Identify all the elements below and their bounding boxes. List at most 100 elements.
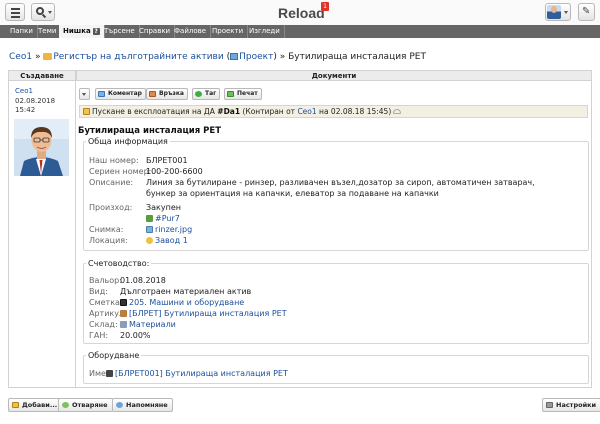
warehouse-link[interactable]: Материали xyxy=(120,320,176,330)
tag-icon xyxy=(195,91,202,97)
column-header-created: Създаване xyxy=(8,70,76,81)
expand-button[interactable] xyxy=(79,88,90,100)
column-header-documents: Документи xyxy=(76,70,592,81)
description-line-1: Линия за бутилиране - ринзер, разливачен… xyxy=(146,178,535,187)
settings-button[interactable]: Настройки xyxy=(542,398,600,412)
tab-thread-label: Нишка xyxy=(63,27,91,35)
location-link-label: Завод 1 xyxy=(155,236,188,245)
open-button[interactable]: Отваряне xyxy=(58,398,113,412)
add-button[interactable]: Добави... xyxy=(8,398,63,412)
serial-label: Сериен номер: xyxy=(89,167,152,176)
general-info-legend: Обща информация xyxy=(88,137,168,146)
breadcrumb-ceo1[interactable]: Ceo1 xyxy=(9,52,32,62)
pin-icon: ✎ xyxy=(582,6,591,17)
warehouse-icon xyxy=(120,321,127,328)
gan-label: ГАН: xyxy=(89,331,109,340)
breadcrumb-separator: » xyxy=(34,52,41,62)
tab-views[interactable]: Изгледи xyxy=(245,25,285,38)
image-icon xyxy=(146,226,153,233)
comment-button[interactable]: Коментар xyxy=(95,88,146,100)
breadcrumb-project[interactable]: Проект xyxy=(239,52,273,62)
chevron-down-icon xyxy=(48,11,52,14)
app-brand[interactable]: Reload xyxy=(278,5,325,21)
account-link-label: 205. Машини и оборудване xyxy=(129,298,245,307)
created-time: 15:42 xyxy=(15,106,36,114)
tab-topics[interactable]: Теми xyxy=(34,25,62,38)
equipment-legend: Оборудване xyxy=(88,351,140,360)
pin-button[interactable]: ✎ xyxy=(578,3,595,21)
link-button-label: Връзка xyxy=(159,90,184,97)
purchase-link-label: #Pur7 xyxy=(155,214,180,223)
image-label: Снимка: xyxy=(89,225,124,234)
link-button[interactable]: Връзка xyxy=(146,88,188,100)
gan-value: 20.00% xyxy=(120,331,151,340)
warehouse-label: Склад: xyxy=(89,320,118,329)
equipment-icon xyxy=(106,370,113,377)
status-dropdown-icon[interactable] xyxy=(393,109,402,114)
status-prefix: Пускане в експлоатация на ДА xyxy=(92,107,218,116)
serial-value: 100-200-6600 xyxy=(146,167,203,176)
general-info-section: Обща информация Наш номер: БЛРЕТ001 Сери… xyxy=(83,137,589,251)
equipment-section: Оборудване Име: [БЛРЕТ001] Бутилираща ин… xyxy=(83,351,589,384)
document-column: Коментар Връзка Таг Печат Пускане в експ… xyxy=(76,81,592,388)
document-id-link[interactable]: #Da1 xyxy=(217,107,240,116)
tab-search[interactable]: Търсене xyxy=(100,25,140,38)
settings-icon xyxy=(546,402,553,408)
folder-icon xyxy=(43,53,53,60)
equipment-link-label: [БЛРЕТ001] Бутилираща инсталация PET xyxy=(115,369,288,378)
settings-button-label: Настройки xyxy=(556,401,597,409)
tab-thread[interactable]: Нишка? xyxy=(59,25,105,38)
breadcrumb-asset-register[interactable]: Регистър на дълготрайните активи xyxy=(53,52,223,62)
menu-icon-bar xyxy=(11,12,20,14)
status-user-link[interactable]: Ceo1 xyxy=(297,107,316,116)
type-value: Дълготраен материален актив xyxy=(120,287,252,296)
origin-value: Закупен xyxy=(146,203,181,212)
remind-button[interactable]: Напомняне xyxy=(112,398,173,412)
breadcrumb-paren-close: ) xyxy=(273,52,277,62)
link-icon xyxy=(149,91,156,97)
purchase-link[interactable]: #Pur7 xyxy=(146,214,180,224)
our-number-value: БЛРЕТ001 xyxy=(146,156,188,165)
add-button-label: Добави... xyxy=(22,401,58,409)
image-link[interactable]: rinzer.jpg xyxy=(146,225,192,235)
location-label: Локация: xyxy=(89,236,128,245)
date-value: 01.08.2018 xyxy=(120,276,166,285)
top-bar: Reload 1 ✎ xyxy=(0,0,600,25)
tab-projects[interactable]: Проекти xyxy=(208,25,249,38)
accounting-section: Счетоводство: Вальор: 01.08.2018 Вид: Дъ… xyxy=(83,259,589,344)
tab-files[interactable]: Файлове xyxy=(170,25,212,38)
equipment-link[interactable]: [БЛРЕТ001] Бутилираща инсталация PET xyxy=(106,369,288,379)
warehouse-link-label: Материали xyxy=(129,320,176,329)
image-link-label: rinzer.jpg xyxy=(155,225,193,234)
remind-button-label: Напомняне xyxy=(126,401,168,409)
avatar-illustration xyxy=(14,119,69,176)
search-button[interactable] xyxy=(31,3,55,21)
menu-icon xyxy=(11,8,20,10)
breadcrumb-separator: » xyxy=(279,52,286,62)
article-icon xyxy=(120,310,127,317)
created-date: 02.08.2018 xyxy=(15,97,56,105)
main-tabs: Папки Теми Нишка? Търсене Справки Файлов… xyxy=(0,25,600,38)
purchase-icon xyxy=(146,215,153,222)
comment-icon xyxy=(98,91,105,97)
author-column: Ceo1 02.08.2018 15:42 xyxy=(8,81,76,388)
help-icon[interactable]: ? xyxy=(92,28,100,35)
status-bar: Пускане в експлоатация на ДА #Da1 (Конти… xyxy=(79,105,588,118)
type-label: Вид: xyxy=(89,287,108,296)
avatar xyxy=(547,5,561,19)
print-button[interactable]: Печат xyxy=(224,88,262,100)
document-icon xyxy=(83,108,90,115)
notification-badge[interactable]: 1 xyxy=(321,2,329,11)
description-line-2: бункер за ориентация на капачки, елевато… xyxy=(146,189,439,198)
main-menu-button[interactable] xyxy=(5,3,25,21)
user-menu-button[interactable] xyxy=(545,3,571,21)
location-link[interactable]: Завод 1 xyxy=(146,236,188,246)
account-link[interactable]: 205. Машини и оборудване xyxy=(120,298,244,308)
author-link[interactable]: Ceo1 xyxy=(15,87,33,95)
article-link[interactable]: [БЛРЕТ] Бутилираща инсталация PET xyxy=(120,309,287,319)
description-label: Описание: xyxy=(89,178,134,187)
accounting-legend: Счетоводство: xyxy=(88,259,150,268)
document-title: Бутилираща инсталация PET xyxy=(78,126,221,136)
tag-button[interactable]: Таг xyxy=(192,88,221,100)
location-icon xyxy=(146,237,153,244)
